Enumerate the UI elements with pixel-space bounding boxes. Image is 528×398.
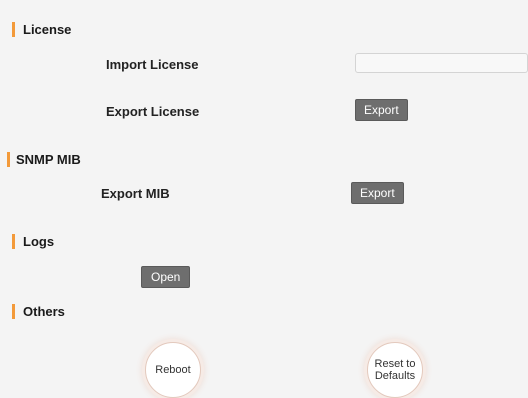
reset-button-label-line1: Reset to [374, 358, 416, 370]
section-accent-bar [12, 22, 15, 37]
license-section-header: License [12, 22, 71, 37]
reset-to-defaults-button[interactable]: Reset to Defaults [367, 342, 423, 398]
maintenance-page: License Import License Export License Ex… [0, 0, 528, 398]
import-license-field[interactable] [355, 53, 528, 73]
export-mib-button[interactable]: Export [351, 182, 404, 204]
others-section-title: Others [23, 304, 65, 319]
import-license-label: Import License [106, 57, 199, 72]
section-accent-bar [12, 234, 15, 249]
section-accent-bar [12, 304, 15, 319]
logs-section-title: Logs [23, 234, 55, 249]
logs-section-header: Logs [12, 234, 54, 249]
reset-button-label-line2: Defaults [374, 370, 416, 382]
export-license-button[interactable]: Export [355, 99, 408, 121]
others-section-header: Others [12, 304, 65, 319]
snmp-section-header: SNMP MIB [7, 152, 81, 167]
export-mib-label: Export MIB [101, 186, 170, 201]
license-section-title: License [23, 22, 72, 37]
reboot-button-label: Reboot [155, 364, 191, 376]
open-logs-button[interactable]: Open [141, 266, 191, 288]
section-accent-bar [7, 152, 10, 167]
export-license-label: Export License [106, 104, 200, 119]
snmp-section-title: SNMP MIB [16, 152, 81, 167]
reboot-button[interactable]: Reboot [145, 342, 201, 398]
